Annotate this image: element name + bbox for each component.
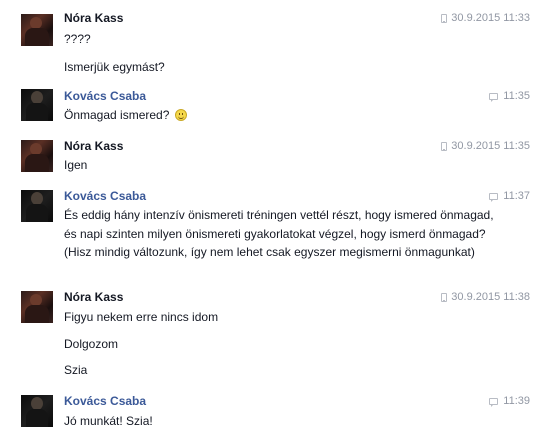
- sender-name[interactable]: Kovács Csaba: [64, 394, 146, 409]
- message-text: Jó munkát! Szia!: [64, 414, 153, 428]
- message-meta: 11:39: [489, 394, 530, 409]
- sender-name[interactable]: Nóra Kass: [64, 139, 123, 154]
- message-text: És eddig hány intenzív önismereti trénin…: [64, 208, 494, 259]
- avatar[interactable]: [21, 395, 53, 427]
- avatar[interactable]: [21, 140, 53, 172]
- message-text-content: Önmagad ismered?: [64, 108, 170, 122]
- timestamp: 30.9.2015 11:35: [451, 140, 530, 152]
- message-text: Igen: [64, 158, 88, 172]
- avatar[interactable]: [21, 190, 53, 222]
- timestamp: 11:39: [503, 395, 530, 407]
- avatar[interactable]: [21, 89, 53, 121]
- chat-icon: [489, 398, 499, 407]
- chat-icon: [489, 193, 499, 202]
- sender-name[interactable]: Kovács Csaba: [64, 89, 146, 104]
- message-text: ????: [64, 32, 91, 46]
- timestamp: 30.9.2015 11:33: [451, 12, 530, 24]
- chat-icon: [489, 93, 499, 102]
- sender-name[interactable]: Nóra Kass: [64, 11, 123, 26]
- message-meta: 11:37: [489, 189, 530, 204]
- message-meta: 30.9.2015 11:38: [441, 290, 530, 305]
- message-text: Ismerjük egymást?: [64, 60, 165, 74]
- message-meta: 30.9.2015 11:33: [441, 11, 530, 26]
- message-text: Dolgozom: [64, 337, 119, 351]
- sender-name[interactable]: Kovács Csaba: [64, 189, 146, 204]
- timestamp: 11:35: [503, 90, 530, 102]
- timestamp: 30.9.2015 11:38: [451, 291, 530, 303]
- timestamp: 11:37: [503, 190, 530, 202]
- message-text: Önmagad ismered?: [64, 107, 187, 123]
- message-meta: 30.9.2015 11:35: [441, 139, 530, 154]
- message-text: Szia: [64, 363, 88, 377]
- mobile-icon: [441, 142, 448, 151]
- avatar[interactable]: [21, 291, 53, 323]
- message-meta: 11:35: [489, 89, 530, 104]
- message-text: Figyu nekem erre nincs idom: [64, 310, 219, 324]
- avatar[interactable]: [21, 14, 53, 46]
- mobile-icon: [441, 14, 448, 23]
- sender-name[interactable]: Nóra Kass: [64, 290, 123, 305]
- smile-emoji-icon: [174, 109, 187, 121]
- mobile-icon: [441, 293, 448, 302]
